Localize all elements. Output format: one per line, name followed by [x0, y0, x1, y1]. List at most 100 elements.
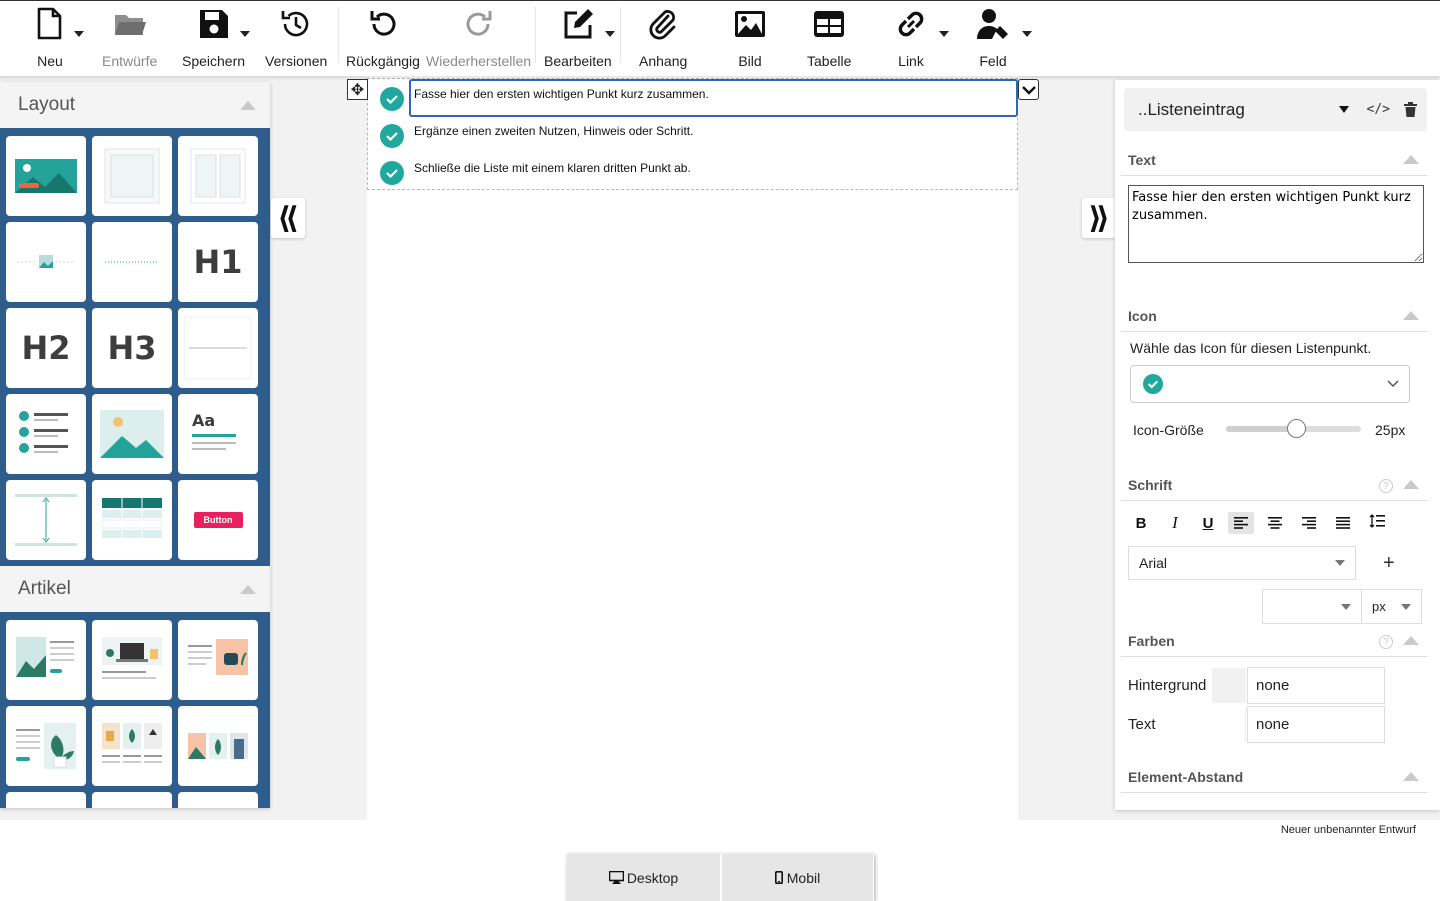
text-color-input[interactable]: none — [1247, 706, 1385, 743]
collapse-up-icon[interactable] — [240, 584, 256, 594]
text-color-swatch[interactable] — [1212, 707, 1246, 742]
element-type-header[interactable]: ..Listeneintrag </> — [1124, 88, 1427, 131]
tile-container-box[interactable] — [92, 136, 172, 216]
tile-image[interactable] — [92, 394, 172, 474]
align-justify-button[interactable] — [1330, 512, 1356, 534]
list-item[interactable]: Schließe die Liste mit einem klaren drit… — [380, 161, 691, 185]
align-center-button[interactable] — [1262, 512, 1288, 534]
field-dropdown-caret[interactable] — [1022, 31, 1032, 37]
tile-data-table[interactable] — [92, 480, 172, 560]
tile-spacer[interactable] — [6, 480, 86, 560]
layout-section-header[interactable]: Layout — [0, 82, 270, 128]
tile-heading-3[interactable]: H3 — [92, 308, 172, 388]
new-button[interactable]: Neu — [33, 7, 67, 69]
align-left-button[interactable] — [1228, 512, 1254, 534]
save-button[interactable]: Speichern — [182, 7, 245, 69]
attachment-button[interactable]: Anhang — [639, 7, 687, 69]
align-right-icon — [1302, 517, 1316, 529]
tile-heading-2[interactable]: H2 — [6, 308, 86, 388]
bold-button[interactable]: B — [1128, 512, 1154, 534]
font-unit-select[interactable]: px — [1361, 589, 1422, 624]
undo-label: Rückgängig — [346, 53, 420, 69]
redo-icon — [466, 11, 492, 36]
collapse-up-icon[interactable] — [240, 100, 256, 110]
icon-size-slider[interactable] — [1226, 419, 1361, 438]
collapse-left-panel-button[interactable]: ⟪ — [271, 198, 305, 238]
list-item[interactable]: Ergänze einen zweiten Nutzen, Hinweis od… — [380, 124, 693, 148]
background-color-swatch[interactable] — [1212, 668, 1246, 703]
tile-article-laptop[interactable] — [92, 620, 172, 700]
collapse-up-icon[interactable] — [1403, 155, 1419, 164]
list-item-text[interactable]: Schließe die Liste mit einem klaren drit… — [414, 161, 691, 175]
collapse-up-icon[interactable] — [1403, 311, 1419, 320]
slider-knob[interactable] — [1287, 419, 1307, 438]
tile-two-column[interactable] — [178, 136, 258, 216]
icon-select[interactable] — [1130, 365, 1410, 403]
tile-text-block[interactable]: Aa — [178, 394, 258, 474]
new-dropdown-caret[interactable] — [74, 31, 84, 37]
redo-button[interactable]: Wiederherstellen — [426, 7, 531, 69]
align-right-button[interactable] — [1296, 512, 1322, 534]
underline-button[interactable]: U — [1195, 512, 1221, 534]
item-text-input[interactable] — [1128, 185, 1424, 263]
collapse-up-icon[interactable] — [1403, 772, 1419, 781]
drafts-button[interactable]: Entwürfe — [102, 7, 157, 69]
tile-article-three-images[interactable] — [92, 706, 172, 786]
articles-section-header[interactable]: Artikel — [0, 566, 270, 612]
tile-line-divider[interactable] — [92, 222, 172, 302]
tile-image-divider[interactable] — [6, 222, 86, 302]
colors-section-header[interactable]: Farben ? — [1121, 633, 1427, 657]
italic-button[interactable]: I — [1162, 512, 1188, 534]
tile-separator[interactable] — [178, 308, 258, 388]
element-type-dropdown-icon[interactable] — [1338, 106, 1349, 113]
tile-article-plant[interactable] — [6, 706, 86, 786]
tile-article-partial[interactable] — [6, 792, 86, 808]
save-dropdown-caret[interactable] — [240, 31, 250, 37]
article-laptop-icon — [102, 637, 162, 679]
tile-article-partial[interactable] — [178, 792, 258, 808]
spacing-section-header[interactable]: Element-Abstand — [1121, 769, 1427, 793]
tile-article-gallery[interactable] — [178, 706, 258, 786]
versions-button[interactable]: Versionen — [265, 7, 327, 69]
link-dropdown-caret[interactable] — [939, 31, 949, 37]
icon-section-header[interactable]: Icon — [1121, 308, 1427, 332]
line-height-button[interactable] — [1364, 510, 1390, 532]
code-icon[interactable]: </> — [1367, 102, 1390, 117]
font-family-select[interactable]: Arial — [1128, 546, 1356, 580]
chevron-down-icon[interactable] — [1018, 79, 1039, 100]
undo-button[interactable]: Rückgängig — [346, 7, 420, 69]
image-button[interactable]: Bild — [733, 7, 767, 69]
desktop-view-button[interactable]: Desktop — [567, 854, 720, 901]
container-box-icon — [104, 148, 160, 204]
field-button[interactable]: Feld — [976, 7, 1010, 69]
add-font-icon[interactable]: + — [1383, 552, 1395, 575]
editor-canvas[interactable]: Fasse hier den ersten wichtigen Punkt ku… — [367, 76, 1018, 820]
collapse-right-panel-button[interactable]: ⟫ — [1082, 198, 1116, 238]
tile-article-image-right[interactable] — [178, 620, 258, 700]
tile-article-image-left[interactable] — [6, 620, 86, 700]
collapse-up-icon[interactable] — [1403, 636, 1419, 645]
image-label: Bild — [738, 53, 762, 69]
tile-checklist[interactable] — [6, 394, 86, 474]
help-icon[interactable]: ? — [1379, 479, 1393, 493]
background-color-input[interactable]: none — [1247, 667, 1385, 704]
list-item-text[interactable]: Ergänze einen zweiten Nutzen, Hinweis od… — [414, 124, 693, 138]
table-button[interactable]: Tabelle — [807, 7, 851, 69]
help-icon[interactable]: ? — [1379, 635, 1393, 649]
font-size-select[interactable] — [1262, 589, 1362, 624]
tile-image-banner[interactable] — [6, 136, 86, 216]
trash-icon[interactable] — [1404, 102, 1417, 117]
tile-button[interactable]: Button — [178, 480, 258, 560]
edit-dropdown-caret[interactable] — [605, 31, 615, 37]
link-button[interactable]: Link — [894, 7, 928, 69]
tile-article-partial[interactable] — [92, 792, 172, 808]
tile-heading-1[interactable]: H1 — [178, 222, 258, 302]
article-gallery-icon — [188, 733, 248, 759]
icon-list-block[interactable]: Fasse hier den ersten wichtigen Punkt ku… — [367, 78, 1018, 190]
collapse-up-icon[interactable] — [1403, 480, 1419, 489]
mobile-view-button[interactable]: Mobil — [720, 854, 873, 901]
font-section-header[interactable]: Schrift ? — [1121, 477, 1427, 501]
text-section-header[interactable]: Text — [1121, 152, 1427, 176]
edit-button[interactable]: Bearbeiten — [544, 7, 612, 69]
move-handle-icon[interactable]: ✥ — [347, 79, 368, 100]
